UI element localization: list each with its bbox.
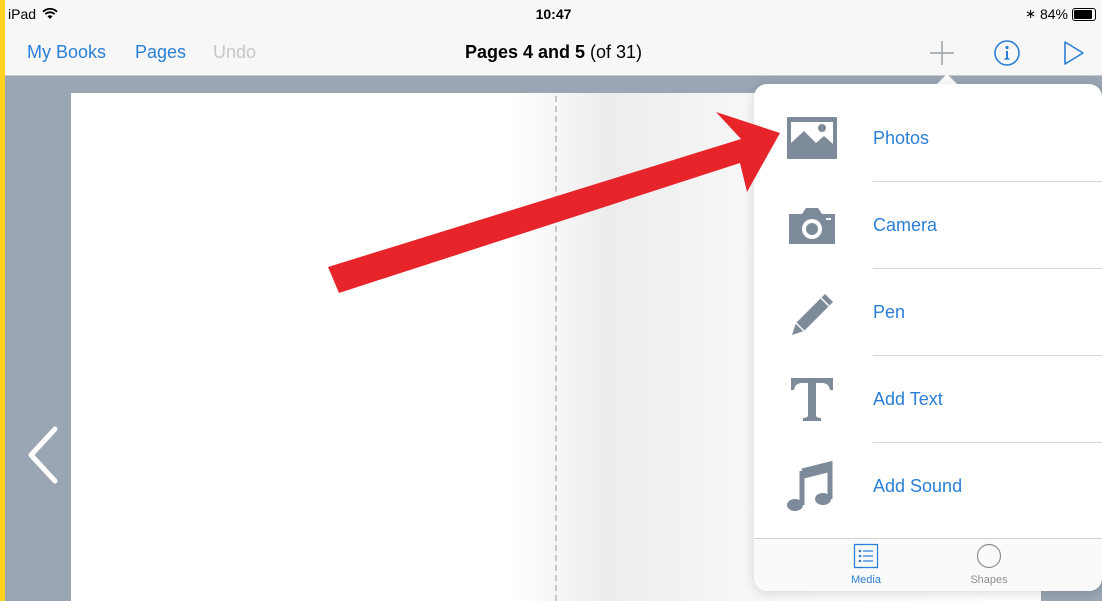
circle-icon <box>976 543 1002 569</box>
bluetooth-icon: ∗ <box>1025 6 1036 21</box>
menu-item-label: Add Text <box>873 389 943 409</box>
previous-page-chevron-icon[interactable] <box>23 425 63 485</box>
page-title-range: Pages 4 and 5 <box>464 42 586 62</box>
ipad-screen: iPad 10:47 ∗ 84% My Books Pages Undo Pag… <box>5 0 1102 601</box>
plus-icon[interactable] <box>927 38 957 68</box>
pen-icon <box>792 294 833 335</box>
text-icon <box>791 378 833 421</box>
tab-shapes[interactable]: Shapes <box>949 543 1029 586</box>
play-icon[interactable] <box>1058 38 1088 68</box>
battery-icon <box>1072 7 1096 21</box>
menu-item-add-sound[interactable]: Add Sound <box>754 443 1102 530</box>
page-fold-divider <box>555 96 557 601</box>
menu-item-label: Pen <box>873 302 906 322</box>
menu-item-photos[interactable]: Photos <box>754 95 1102 182</box>
menu-item-camera[interactable]: Camera <box>754 182 1102 269</box>
page-title-count: (of 31) <box>585 42 643 62</box>
status-right: ∗ 84% <box>1025 6 1096 22</box>
menu-item-label: Camera <box>873 215 938 235</box>
status-bar: iPad 10:47 ∗ 84% <box>5 0 1102 30</box>
menu-item-label: Add Sound <box>873 476 963 496</box>
menu-item-pen[interactable]: Pen <box>754 269 1102 356</box>
photo-icon <box>787 117 837 159</box>
insert-media-popover: Photos Camera Pen Add Text Add Sound Med… <box>754 84 1102 591</box>
battery-percent: 84% <box>1039 6 1068 22</box>
info-icon[interactable] <box>992 38 1022 68</box>
tab-label: Shapes <box>970 574 1008 586</box>
camera-icon <box>789 208 835 244</box>
menu-item-add-text[interactable]: Add Text <box>754 356 1102 443</box>
nav-bar: My Books Pages Undo Pages 4 and 5 (of 31… <box>5 30 1102 76</box>
music-note-icon <box>787 461 833 511</box>
popover-tab-bar: Media Shapes <box>754 538 1102 591</box>
tab-media[interactable]: Media <box>826 543 906 586</box>
list-icon <box>853 543 879 569</box>
tab-label: Media <box>851 574 881 586</box>
status-time: 10:47 <box>535 6 572 22</box>
menu-item-label: Photos <box>873 128 930 148</box>
